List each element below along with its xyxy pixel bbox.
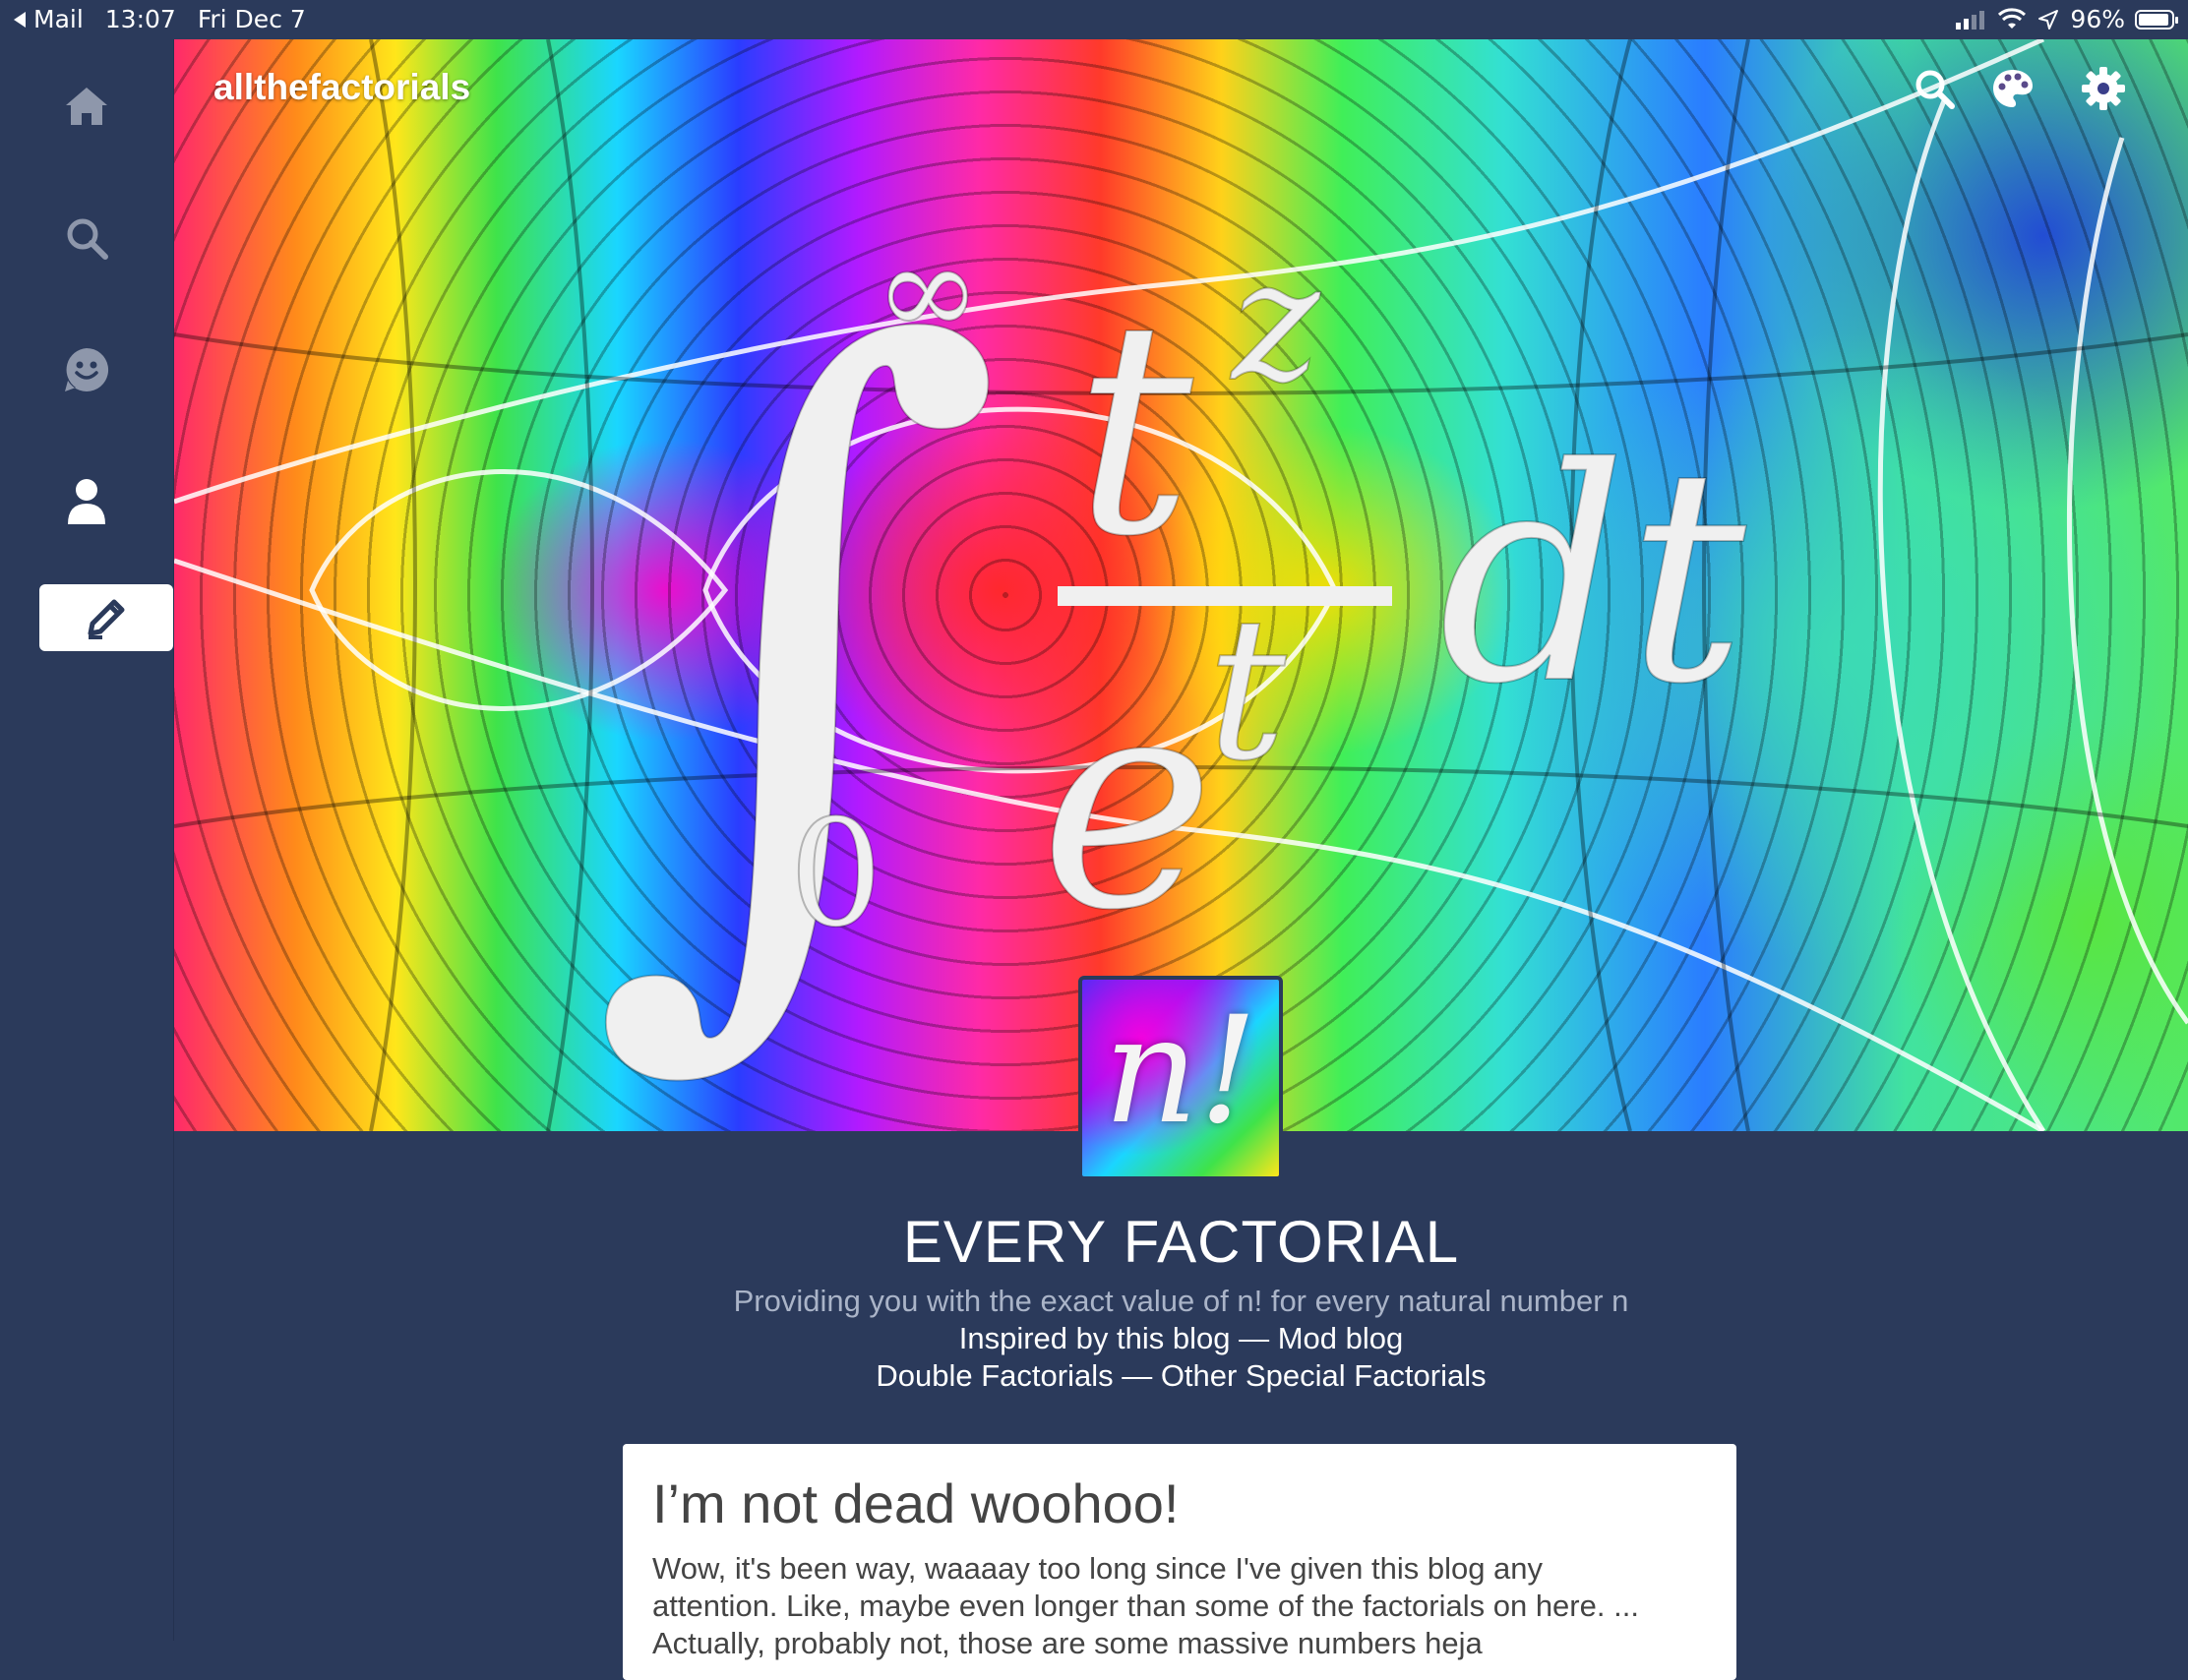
post-body: Wow, it's been way, waaaay too long sinc… [652, 1550, 1697, 1662]
blog-description: Providing you with the exact value of n!… [733, 1284, 1629, 1318]
numerator-exponent: z [1230, 224, 1321, 419]
sidebar-item-home[interactable] [39, 71, 134, 142]
header-settings-button[interactable] [2074, 59, 2133, 118]
wifi-icon [1998, 7, 2027, 29]
blog-title: EVERY FACTORIAL [902, 1209, 1460, 1275]
compose-pencil-icon [88, 599, 125, 639]
back-app-label: Mail [33, 5, 84, 33]
cellular-signal-icon [1956, 10, 1985, 30]
gamma-function-formula: ∫ ∞ 0 t z e t dt [586, 186, 1748, 1126]
blog-avatar[interactable]: n! [1078, 976, 1283, 1180]
compose-button[interactable] [39, 584, 173, 651]
post-body-line: Actually, probably not, those are some m… [652, 1626, 1483, 1660]
home-icon [66, 88, 107, 125]
palette-icon [1993, 70, 2033, 107]
blog-links-row-2: Double Factorials — Other Special Factor… [174, 1358, 2188, 1394]
status-date: Fri Dec 7 [197, 5, 306, 33]
lower-limit: 0 [789, 789, 882, 960]
blog-name-link[interactable]: allthefactorials [213, 67, 470, 108]
blog-links-row-1: Inspired by this blog — Mod blog [174, 1321, 2188, 1356]
post-title[interactable]: I’m not dead woohoo! [652, 1471, 1179, 1535]
search-icon [1915, 70, 1955, 109]
back-arrow-icon [14, 11, 26, 28]
status-time: 13:07 [104, 5, 176, 33]
post-body-line: attention. Like, maybe even longer than … [652, 1589, 1639, 1623]
header-image: ∫ ∞ 0 t z e t dt [174, 39, 2188, 1131]
search-icon [67, 218, 108, 260]
sidebar-item-search[interactable] [39, 203, 134, 273]
mod-blog-link[interactable]: Mod blog [1278, 1321, 1404, 1355]
sidebar-item-account[interactable] [39, 466, 134, 537]
back-to-mail-button[interactable]: Mail [14, 5, 84, 33]
battery-percent: 96% [2070, 5, 2125, 33]
fraction-bar [1058, 586, 1392, 606]
gear-icon [2082, 67, 2125, 110]
inspired-by-link[interactable]: Inspired by this blog [959, 1321, 1231, 1355]
upper-limit: ∞ [875, 215, 981, 365]
avatar-text: n! [1103, 986, 1258, 1157]
other-special-factorials-link[interactable]: Other Special Factorials [1161, 1358, 1487, 1393]
denominator-exponent: t [1207, 575, 1287, 805]
post-card[interactable]: I’m not dead woohoo! Wow, it's been way,… [623, 1444, 1736, 1680]
status-bar: Mail 13:07 Fri Dec 7 96% [0, 0, 2188, 39]
link-separator: — [1230, 1321, 1278, 1355]
header-palette-button[interactable] [1983, 59, 2042, 118]
differential: dt [1438, 405, 1747, 749]
post-body-line: Wow, it's been way, waaaay too long sinc… [652, 1551, 1544, 1586]
denominator-base: e [1040, 631, 1215, 975]
sidebar-item-activity[interactable] [39, 334, 134, 405]
activity-face-icon [65, 347, 109, 391]
battery-icon [2135, 9, 2178, 30]
location-arrow-icon [2038, 9, 2059, 30]
link-separator: — [1113, 1358, 1161, 1393]
double-factorials-link[interactable]: Double Factorials [876, 1358, 1113, 1393]
sidebar-nav [0, 39, 174, 1641]
header-search-button[interactable] [1905, 59, 1964, 118]
numerator-base: t [1074, 258, 1194, 601]
account-icon [68, 479, 105, 524]
